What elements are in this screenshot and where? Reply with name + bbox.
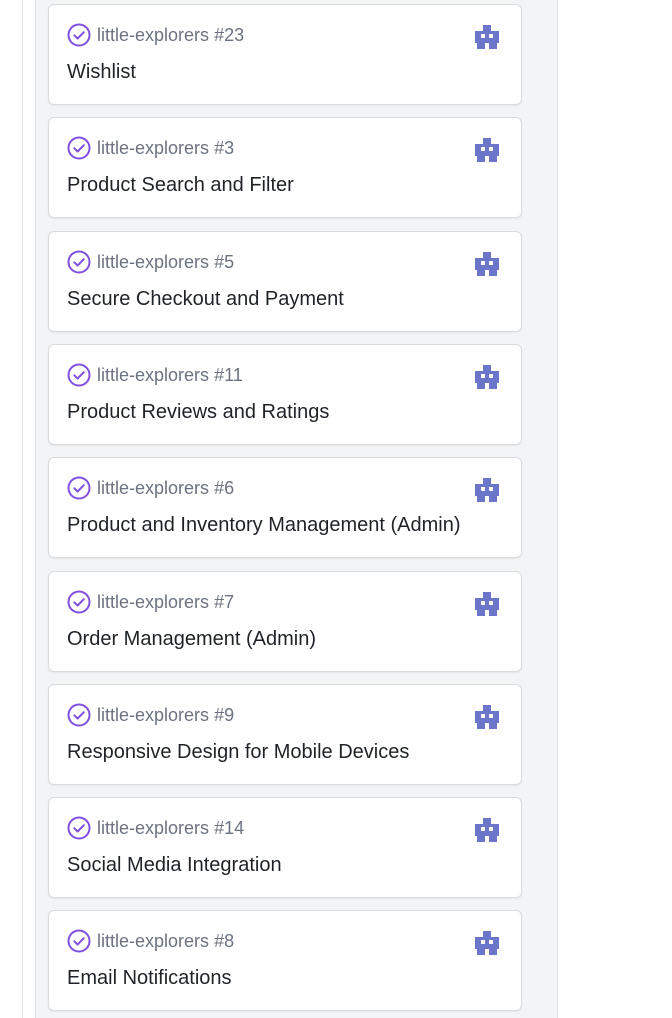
issue-number: #7 [214, 591, 235, 612]
check-circle-icon [67, 590, 91, 614]
issue-reference[interactable]: little-explorers #5 [97, 252, 234, 273]
issue-reference[interactable]: little-explorers #14 [97, 818, 244, 839]
issue-title[interactable]: Product Reviews and Ratings [67, 401, 329, 424]
card-meta: little-explorers #11 [67, 362, 243, 388]
card-meta: little-explorers #14 [67, 815, 244, 841]
check-circle-icon [67, 929, 91, 953]
issue-reference[interactable]: little-explorers #23 [97, 25, 244, 46]
issue-number: #3 [214, 137, 235, 158]
card-meta: little-explorers #23 [67, 22, 244, 48]
issue-card[interactable]: little-explorers #9 Responsive Design fo… [48, 684, 522, 785]
repo-name: little-explorers [97, 591, 210, 612]
card-meta: little-explorers #9 [67, 702, 234, 728]
issue-reference[interactable]: little-explorers #6 [97, 478, 234, 499]
issue-title[interactable]: Wishlist [67, 61, 136, 84]
repo-name: little-explorers [97, 137, 210, 158]
bot-avatar-icon[interactable] [473, 363, 501, 391]
repo-name: little-explorers [97, 251, 210, 272]
issue-number: #9 [214, 704, 235, 725]
repo-name: little-explorers [97, 704, 210, 725]
issue-reference[interactable]: little-explorers #9 [97, 705, 234, 726]
card-meta: little-explorers #8 [67, 928, 234, 954]
issue-reference[interactable]: little-explorers #3 [97, 138, 234, 159]
issue-card[interactable]: little-explorers #23 Wishlist [48, 4, 522, 105]
card-meta: little-explorers #6 [67, 475, 234, 501]
bot-avatar-icon[interactable] [473, 929, 501, 957]
check-circle-icon [67, 816, 91, 840]
repo-name: little-explorers [97, 817, 210, 838]
repo-name: little-explorers [97, 477, 210, 498]
issue-card[interactable]: little-explorers #14 Social Media Integr… [48, 797, 522, 898]
issue-card[interactable]: little-explorers #3 Product Search and F… [48, 117, 522, 218]
board-column: little-explorers #23 Wishlist little-exp… [35, 0, 558, 1018]
check-circle-icon [67, 136, 91, 160]
issue-number: #14 [214, 817, 245, 838]
repo-name: little-explorers [97, 24, 210, 45]
issue-title[interactable]: Product and Inventory Management (Admin) [67, 514, 461, 537]
check-circle-icon [67, 476, 91, 500]
bot-avatar-icon[interactable] [473, 816, 501, 844]
issue-title[interactable]: Email Notifications [67, 967, 232, 990]
issue-number: #23 [214, 24, 245, 45]
issue-card[interactable]: little-explorers #7 Order Management (Ad… [48, 571, 522, 672]
bot-avatar-icon[interactable] [473, 476, 501, 504]
check-circle-icon [67, 363, 91, 387]
repo-name: little-explorers [97, 930, 210, 951]
issue-reference[interactable]: little-explorers #11 [97, 365, 243, 386]
bot-avatar-icon[interactable] [473, 590, 501, 618]
bot-avatar-icon[interactable] [473, 136, 501, 164]
card-meta: little-explorers #5 [67, 249, 234, 275]
check-circle-icon [67, 250, 91, 274]
issue-number: #5 [214, 251, 235, 272]
issue-card[interactable]: little-explorers #5 Secure Checkout and … [48, 231, 522, 332]
bot-avatar-icon[interactable] [473, 23, 501, 51]
issue-title[interactable]: Product Search and Filter [67, 174, 294, 197]
repo-name: little-explorers [97, 364, 210, 385]
check-circle-icon [67, 703, 91, 727]
bot-avatar-icon[interactable] [473, 703, 501, 731]
left-divider [22, 0, 23, 1018]
issue-number: #6 [214, 477, 235, 498]
project-board: little-explorers #23 Wishlist little-exp… [0, 0, 672, 1018]
issue-card[interactable]: little-explorers #11 Product Reviews and… [48, 344, 522, 445]
issue-title[interactable]: Order Management (Admin) [67, 628, 316, 651]
card-meta: little-explorers #7 [67, 589, 234, 615]
check-circle-icon [67, 23, 91, 47]
issue-reference[interactable]: little-explorers #7 [97, 592, 234, 613]
issue-card[interactable]: little-explorers #6 Product and Inventor… [48, 457, 522, 558]
issue-number: #8 [214, 930, 235, 951]
issue-number: #11 [214, 364, 243, 385]
issue-reference[interactable]: little-explorers #8 [97, 931, 234, 952]
bot-avatar-icon[interactable] [473, 250, 501, 278]
card-meta: little-explorers #3 [67, 135, 234, 161]
issue-title[interactable]: Secure Checkout and Payment [67, 288, 344, 311]
issue-title[interactable]: Responsive Design for Mobile Devices [67, 741, 409, 764]
issue-title[interactable]: Social Media Integration [67, 854, 282, 877]
issue-card[interactable]: little-explorers #8 Email Notifications [48, 910, 522, 1011]
